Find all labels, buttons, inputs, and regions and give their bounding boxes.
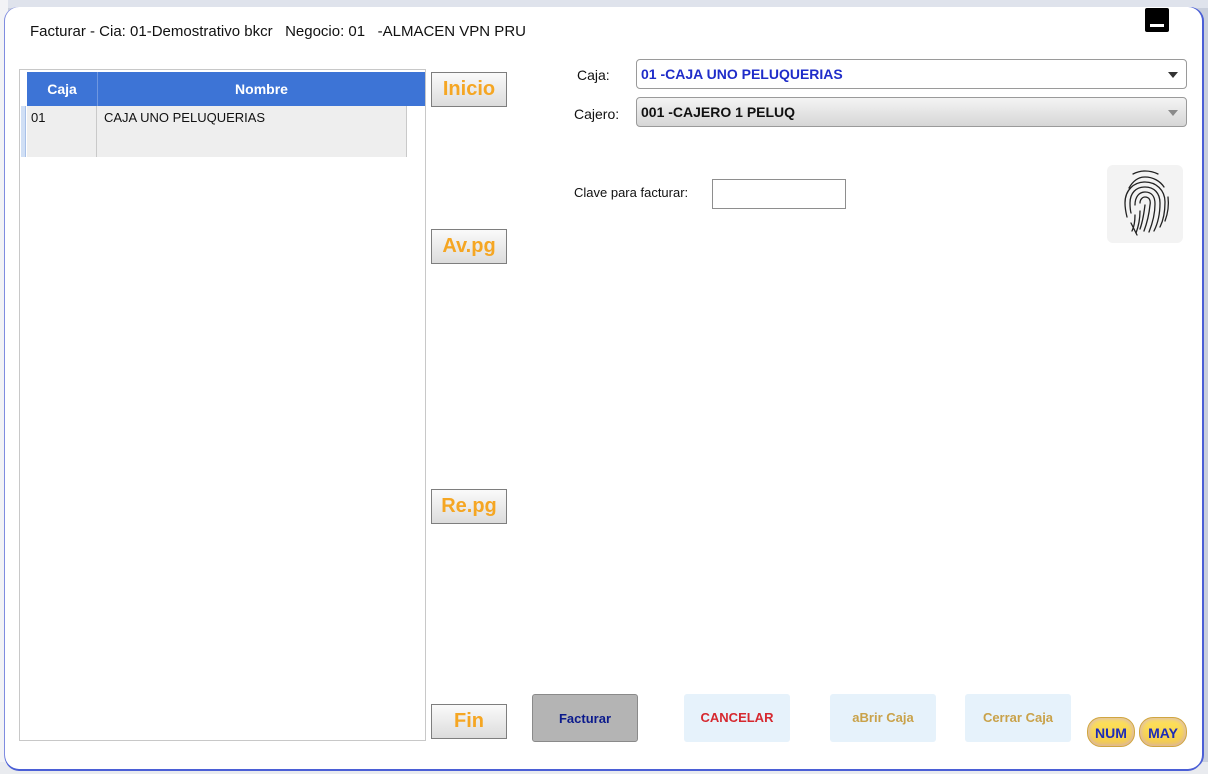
chevron-down-icon[interactable] xyxy=(1168,110,1178,116)
clave-label: Clave para facturar: xyxy=(574,185,689,200)
inicio-button[interactable]: Inicio xyxy=(431,72,507,107)
caja-label: Caja: xyxy=(577,67,610,83)
num-lock-indicator: NUM xyxy=(1087,717,1135,747)
cancelar-button[interactable]: CANCELAR xyxy=(684,694,790,742)
chevron-down-icon[interactable] xyxy=(1168,72,1178,78)
cerrar-caja-button[interactable]: Cerrar Caja xyxy=(965,694,1071,742)
fin-button[interactable]: Fin xyxy=(431,704,507,739)
facturar-dialog: Facturar - Cia: 01-Demostrativo bkcr Neg… xyxy=(5,7,1202,769)
grid-header: Caja Nombre xyxy=(27,72,425,106)
cajero-select-value: 001 -CAJERO 1 PELUQ xyxy=(641,104,796,120)
caps-lock-indicator: MAY xyxy=(1139,717,1187,747)
cajero-label: Cajero: xyxy=(574,106,620,122)
retroceso-pagina-button[interactable]: Re.pg xyxy=(431,489,507,524)
cell-nombre[interactable]: CAJA UNO PELUQUERIAS xyxy=(98,106,407,157)
minimize-icon xyxy=(1150,24,1164,27)
caja-select-value: 01 -CAJA UNO PELUQUERIAS xyxy=(641,66,843,82)
minimize-button[interactable] xyxy=(1145,8,1169,32)
clave-input[interactable] xyxy=(712,179,846,209)
table-row[interactable]: 01 CAJA UNO PELUQUERIAS xyxy=(27,106,407,157)
cell-caja[interactable]: 01 xyxy=(27,106,97,157)
avance-pagina-button[interactable]: Av.pg xyxy=(431,229,507,264)
column-header-nombre[interactable]: Nombre xyxy=(98,72,425,106)
fingerprint-button[interactable] xyxy=(1107,165,1183,243)
caja-select[interactable]: 01 -CAJA UNO PELUQUERIAS xyxy=(636,59,1187,89)
facturar-button[interactable]: Facturar xyxy=(532,694,638,742)
caja-grid[interactable]: Caja Nombre 01 CAJA UNO PELUQUERIAS xyxy=(19,69,426,741)
row-selector[interactable] xyxy=(21,106,26,157)
cajero-select[interactable]: 001 -CAJERO 1 PELUQ xyxy=(636,97,1187,127)
abrir-caja-button[interactable]: aBrir Caja xyxy=(830,694,936,742)
fingerprint-icon xyxy=(1124,170,1170,236)
dialog-title: Facturar - Cia: 01-Demostrativo bkcr Neg… xyxy=(30,23,526,40)
column-header-caja[interactable]: Caja xyxy=(27,72,98,106)
